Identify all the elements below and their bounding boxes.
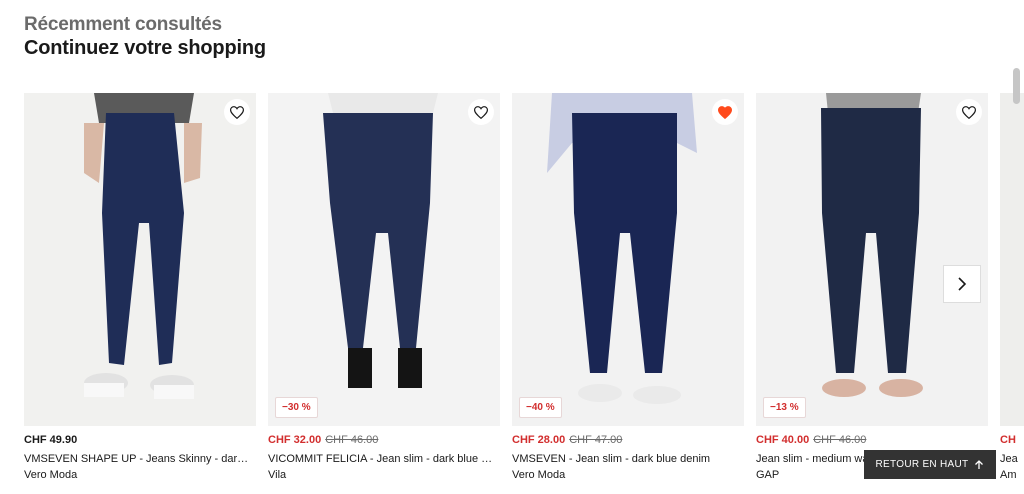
carousel-next-button[interactable] [943, 265, 981, 303]
product-image[interactable] [24, 93, 256, 426]
wishlist-heart-icon[interactable] [224, 99, 250, 125]
scrollbar-thumb[interactable] [1013, 68, 1020, 104]
wishlist-heart-icon[interactable] [712, 99, 738, 125]
price: CHF 49.90 [24, 434, 78, 446]
discount-badge: −40 % [519, 397, 562, 418]
product-image[interactable]: −13 % [756, 93, 988, 426]
chevron-right-icon [958, 277, 967, 291]
product-card[interactable]: −40 % CHF 28.00 CHF 47.00 VMSEVEN - Jean … [512, 93, 744, 481]
product-brand-partial: Am [1000, 469, 1017, 481]
product-card[interactable]: CHF 49.90 VMSEVEN SHAPE UP - Jeans Skinn… [24, 93, 256, 481]
product-name-partial[interactable]: Jea [1000, 453, 1024, 465]
arrow-up-icon [975, 459, 984, 469]
back-to-top-button[interactable]: RETOUR EN HAUT [864, 450, 996, 479]
back-to-top-label: RETOUR EN HAUT [875, 459, 969, 470]
product-name[interactable]: VMSEVEN SHAPE UP - Jeans Skinny - dar… [24, 453, 256, 465]
product-name[interactable]: VICOMMIT FELICIA - Jean slim - dark blue… [268, 453, 500, 465]
product-image[interactable]: −30 % [268, 93, 500, 426]
product-brand: Vila [268, 469, 287, 481]
product-brand: Vero Moda [512, 469, 566, 481]
product-image-partial[interactable] [1000, 93, 1024, 426]
section-subtitle: Récemment consultés [24, 14, 222, 35]
section-title: Continuez votre shopping [24, 37, 266, 59]
product-name[interactable]: VMSEVEN - Jean slim - dark blue denim [512, 453, 744, 465]
price: CHF 40.00 CHF 46.00 [756, 434, 867, 446]
price: CHF 28.00 CHF 47.00 [512, 434, 623, 446]
discount-badge: −13 % [763, 397, 806, 418]
wishlist-heart-icon[interactable] [468, 99, 494, 125]
discount-badge: −30 % [275, 397, 318, 418]
product-brand: Vero Moda [24, 469, 78, 481]
price-partial: CH [1000, 434, 1016, 446]
product-image[interactable]: −40 % [512, 93, 744, 426]
wishlist-heart-icon[interactable] [956, 99, 982, 125]
product-card[interactable]: −30 % CHF 32.00 CHF 46.00 VICOMMIT FELICI… [268, 93, 500, 481]
price: CHF 32.00 CHF 46.00 [268, 434, 379, 446]
